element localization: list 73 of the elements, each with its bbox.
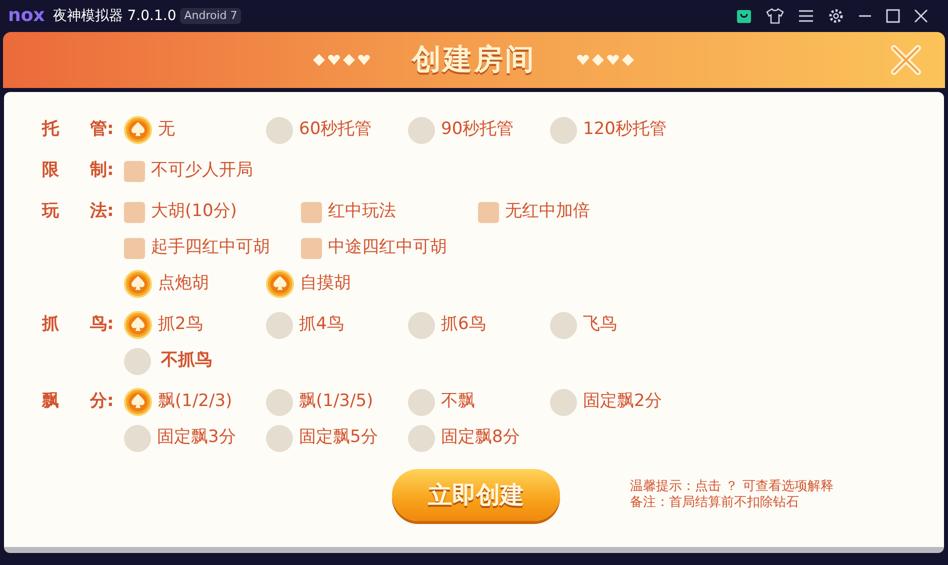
radio-button[interactable]	[266, 312, 293, 338]
field-label: 鸟:	[90, 313, 114, 336]
option-label: 抓2鸟	[158, 313, 203, 336]
option-label: 固定飘5分	[299, 426, 378, 450]
radio-button[interactable]	[408, 116, 435, 144]
checkbox[interactable]	[478, 202, 499, 222]
option-label: 抓4鸟	[299, 313, 344, 336]
close-icon[interactable]	[914, 9, 928, 23]
spade-radio-selected-icon[interactable]	[124, 116, 152, 144]
option-label: 自摸胡	[300, 272, 351, 296]
option-label: 固定飘8分	[441, 426, 520, 450]
radio-button[interactable]	[550, 312, 577, 338]
app-logo: nox	[8, 7, 45, 25]
spade-radio-selected-icon[interactable]	[124, 311, 152, 339]
radio-button[interactable]	[408, 312, 435, 338]
option-label: 无红中加倍	[505, 200, 590, 224]
window-title: 夜神模拟器 7.0.1.0	[52, 6, 176, 26]
radio-button[interactable]	[124, 348, 151, 374]
field-label: 托	[42, 118, 60, 142]
radio-button[interactable]	[124, 424, 151, 452]
shopping-bag-icon[interactable]	[736, 8, 752, 24]
option-label: 抓6鸟	[441, 313, 486, 336]
spade-radio-selected-icon[interactable]	[124, 388, 152, 416]
checkbox[interactable]	[124, 238, 145, 258]
suit-ornament-icon	[576, 53, 636, 67]
option-label: 飞鸟	[583, 313, 617, 336]
option-label: 飘(1/3/5)	[299, 390, 374, 414]
field-label: 制:	[90, 159, 114, 182]
option-label: 大胡(10分)	[151, 200, 237, 224]
menu-icon[interactable]	[798, 9, 814, 23]
field-label: 法:	[90, 200, 114, 224]
option-label: 红中玩法	[328, 200, 396, 224]
option-label: 起手四红中可胡	[151, 236, 270, 260]
option-label: 中途四红中可胡	[328, 236, 447, 260]
radio-button[interactable]	[266, 116, 293, 144]
field-label: 飘	[42, 390, 60, 414]
spade-radio-selected-icon[interactable]	[266, 270, 294, 298]
field-label: 管:	[90, 118, 114, 142]
shirt-icon[interactable]	[766, 8, 784, 24]
radio-button[interactable]	[408, 424, 435, 452]
field-label: 限	[42, 159, 60, 182]
checkbox[interactable]	[301, 202, 322, 222]
option-label: 不飘	[441, 390, 475, 414]
spade-radio-selected-icon[interactable]	[124, 270, 152, 298]
hint-text: 温馨提示：点击 ？ 可查看选项解释	[630, 479, 834, 495]
version-badge: Android 7	[180, 8, 242, 24]
field-label: 分:	[90, 390, 114, 414]
suit-ornament-icon	[312, 53, 372, 67]
radio-button[interactable]	[266, 388, 293, 416]
option-label: 90秒托管	[441, 118, 514, 142]
option-label: 不抓鸟	[161, 349, 212, 372]
settings-icon[interactable]	[828, 8, 844, 24]
option-label: 不可少人开局	[151, 159, 253, 182]
option-label: 固定飘3分	[157, 426, 236, 450]
option-label: 点炮胡	[158, 272, 209, 296]
option-label: 60秒托管	[299, 118, 372, 142]
option-label: 无	[158, 118, 175, 142]
checkbox[interactable]	[124, 202, 145, 222]
radio-button[interactable]	[550, 388, 577, 416]
hint-text: 备注：首局结算前不扣除钻石	[630, 495, 800, 511]
maximize-icon[interactable]	[886, 9, 900, 23]
radio-button[interactable]	[550, 116, 577, 144]
option-label: 120秒托管	[583, 118, 666, 142]
checkbox[interactable]	[124, 160, 145, 182]
checkbox[interactable]	[301, 238, 322, 258]
field-label: 玩	[42, 200, 60, 224]
create-button[interactable]: 立即创建	[392, 469, 560, 521]
option-label: 固定飘2分	[583, 390, 662, 414]
radio-button[interactable]	[266, 424, 293, 452]
field-label: 抓	[42, 313, 60, 336]
option-label: 飘(1/2/3)	[158, 390, 232, 414]
dialog-title: 创建房间	[412, 41, 536, 78]
radio-button[interactable]	[408, 388, 435, 416]
